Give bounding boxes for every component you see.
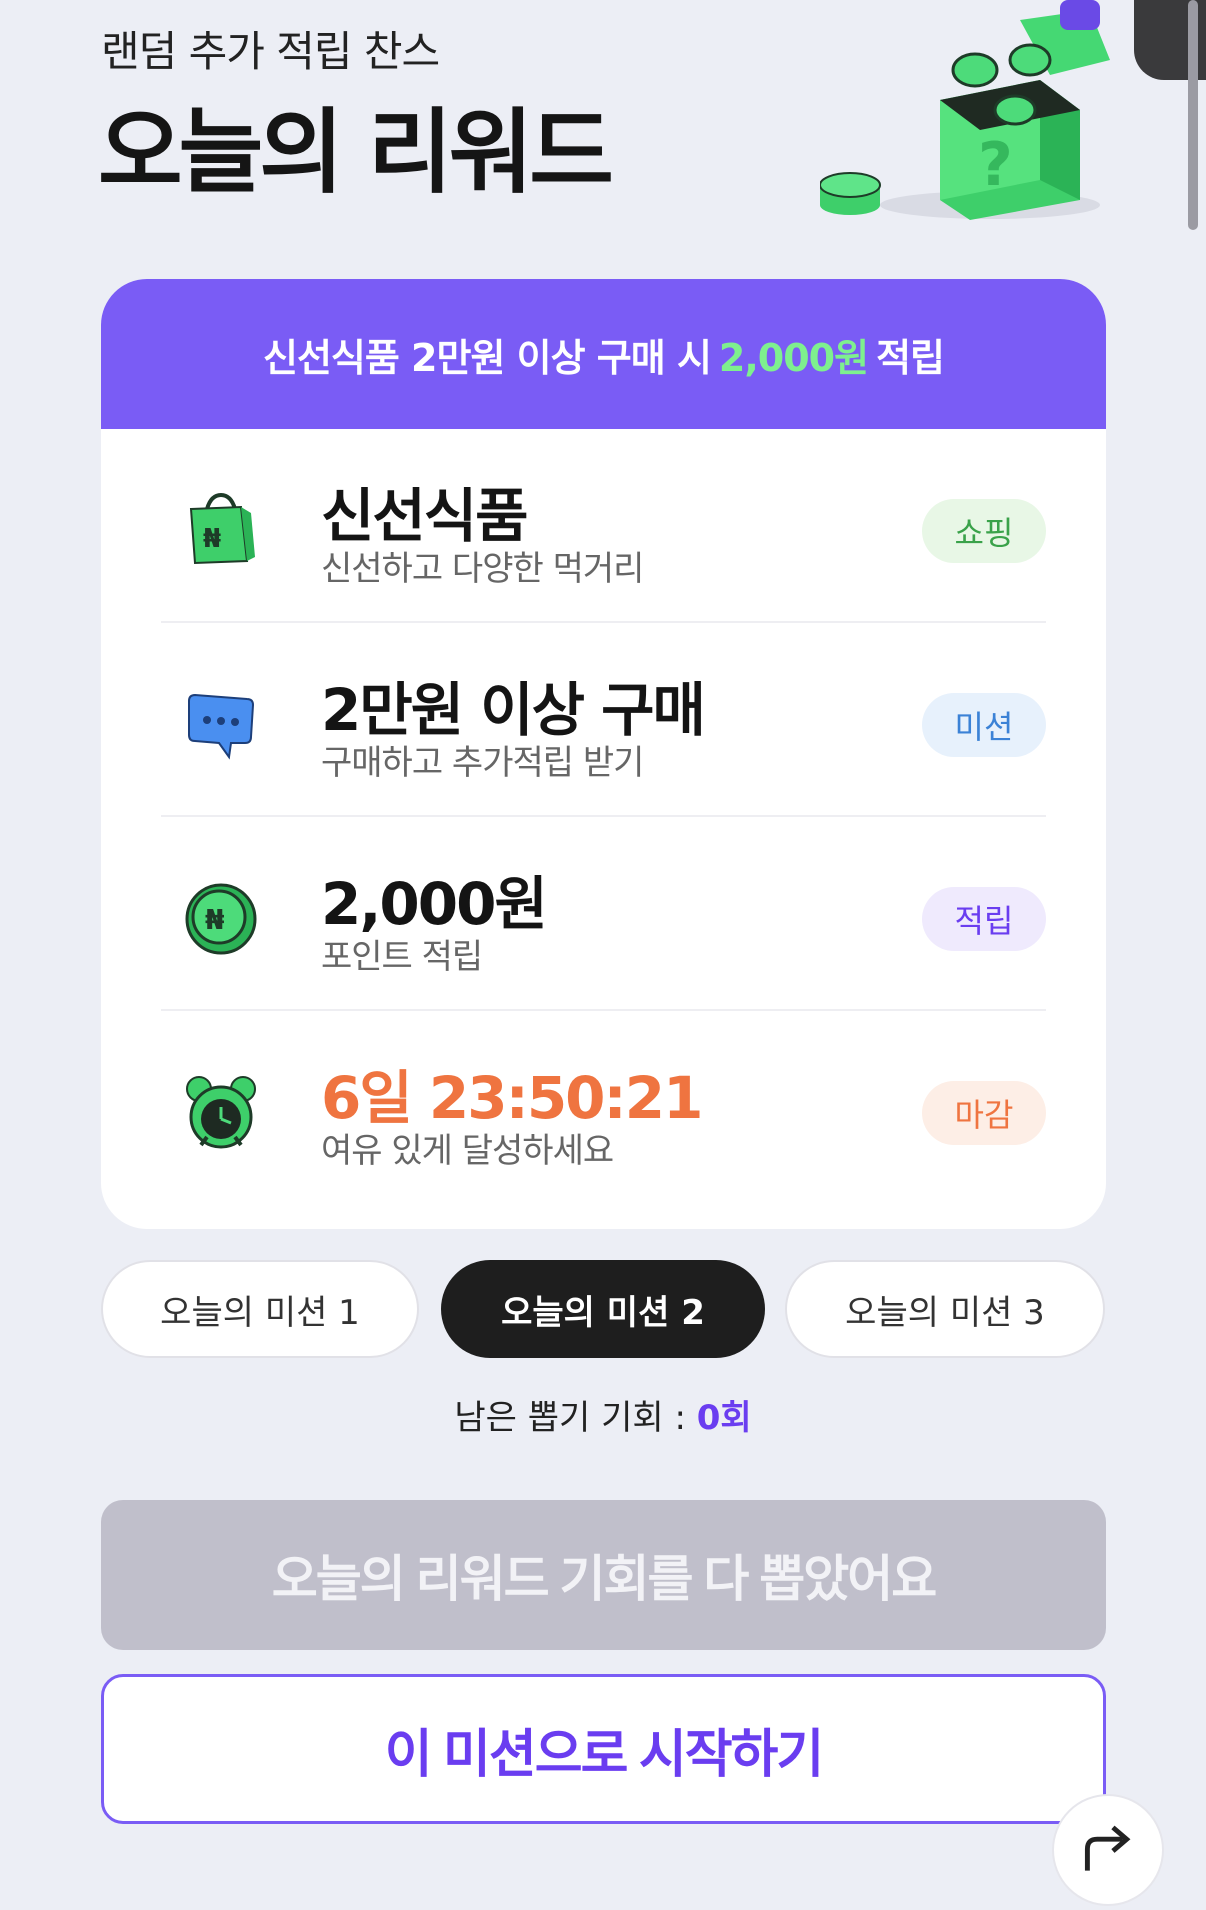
alarm-clock-icon [186, 1076, 256, 1149]
banner-amount: 2,000원 [718, 335, 869, 380]
tab-mission-2[interactable]: 오늘의 미션 2 [441, 1260, 765, 1358]
tag-deadline: 마감 [922, 1081, 1046, 1145]
tag-mission: 미션 [922, 693, 1046, 757]
draw-exhausted-button: 오늘의 리워드 기회를 다 뽑았어요 [101, 1500, 1106, 1650]
mission-tabs: 오늘의 미션 1 오늘의 미션 2 오늘의 미션 3 [101, 1260, 1106, 1360]
remaining-draws: 남은 뽑기 기회 : 0회 [0, 1390, 1206, 1439]
point-coin-icon: ₦ [185, 883, 257, 955]
svg-text:₦: ₦ [203, 524, 221, 554]
page-title: 오늘의 리워드 [98, 99, 614, 206]
svg-text:?: ? [978, 130, 1013, 200]
gift-box-illustration: ? [820, 0, 1110, 220]
row-deadline: 6일 23:50:21 여유 있게 달성하세요 마감 [161, 1011, 1046, 1205]
row-points: ₦ 2,000원 포인트 적립 적립 [161, 817, 1046, 1011]
tab-mission-3[interactable]: 오늘의 미션 3 [785, 1260, 1105, 1358]
share-button[interactable] [1052, 1794, 1164, 1906]
row-desc: 구매하고 추가적립 받기 [321, 743, 644, 783]
row-mission: 2만원 이상 구매 구매하고 추가적립 받기 미션 [161, 623, 1046, 817]
row-desc: 포인트 적립 [321, 937, 483, 977]
tag-points: 적립 [922, 887, 1046, 951]
row-category: ₦ 신선식품 신선하고 다양한 먹거리 쇼핑 [161, 429, 1046, 623]
shopping-bag-icon: ₦ [189, 492, 255, 565]
chat-bubble-icon [188, 693, 255, 760]
remaining-count: 0회 [696, 1398, 752, 1438]
reward-banner: 신선식품 2만원 이상 구매 시 2,000원 적립 [101, 279, 1106, 429]
reward-card: 신선식품 2만원 이상 구매 시 2,000원 적립 ₦ 신선식품 신선하고 다… [101, 279, 1106, 1229]
tab-mission-1[interactable]: 오늘의 미션 1 [101, 1260, 419, 1358]
row-desc: 신선하고 다양한 먹거리 [321, 549, 644, 589]
row-desc: 여유 있게 달성하세요 [321, 1131, 614, 1171]
svg-text:₦: ₦ [205, 903, 224, 936]
start-mission-button[interactable]: 이 미션으로 시작하기 [101, 1674, 1106, 1824]
remaining-label: 남은 뽑기 기회 : [454, 1398, 686, 1438]
banner-suffix: 적립 [876, 335, 945, 380]
banner-prefix: 신선식품 2만원 이상 구매 시 [262, 335, 712, 380]
tag-shopping: 쇼핑 [922, 499, 1046, 563]
page-subtitle: 랜덤 추가 적립 찬스 [101, 27, 440, 76]
share-icon [1084, 1825, 1131, 1871]
scrollbar[interactable] [1188, 0, 1198, 230]
